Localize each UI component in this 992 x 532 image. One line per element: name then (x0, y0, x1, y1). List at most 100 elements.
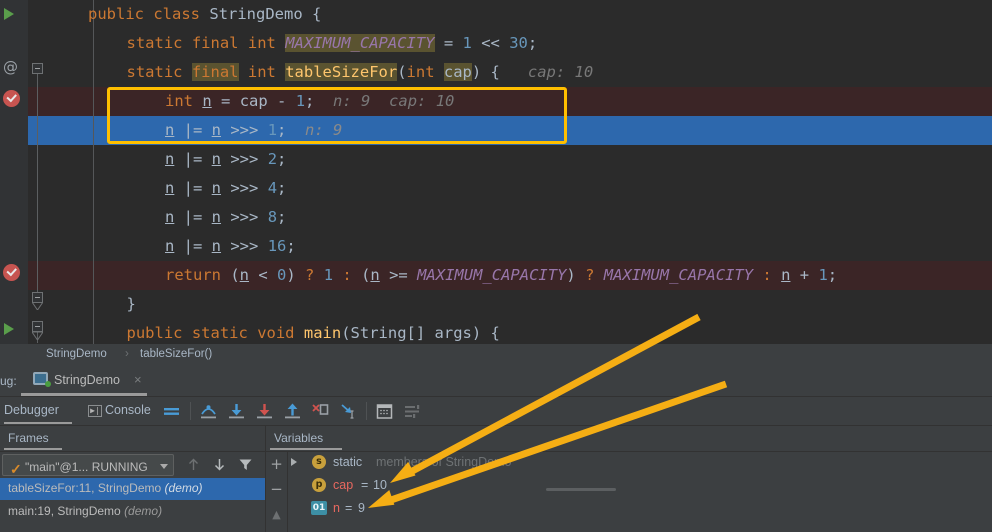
highlighted-code-region (107, 87, 567, 144)
step-out-icon[interactable] (284, 403, 301, 420)
tab-console[interactable]: Console (105, 403, 151, 417)
drop-frame-icon[interactable] (312, 403, 329, 420)
code-line[interactable]: static final int MAXIMUM_CAPACITY = 1 <<… (0, 29, 992, 58)
remove-watch-button[interactable]: − (269, 482, 284, 497)
breadcrumb-class[interactable]: StringDemo (46, 348, 107, 360)
code-token: static (191, 324, 248, 342)
code-token: return (165, 266, 221, 284)
code-token: ) (286, 266, 306, 284)
variables-header-label[interactable]: Variables (274, 431, 323, 445)
variable-row-static-members[interactable]: s static members of StringDemo (288, 452, 988, 473)
arrow-down-icon[interactable] (212, 457, 227, 472)
arrow-up-icon[interactable] (186, 457, 201, 472)
code-token: class (153, 5, 201, 23)
variable-row-n[interactable]: 01 n = 9 (288, 498, 988, 519)
code-token: ( (221, 266, 240, 284)
code-token: n (165, 150, 175, 168)
code-token: int (247, 34, 276, 52)
running-indicator-dot (45, 381, 51, 387)
intellij-debugger-screenshot: @ public class StringDemo {static final … (0, 0, 992, 532)
code-token: ; (827, 266, 838, 284)
code-line[interactable]: n |= n >>> 4; (0, 174, 992, 203)
code-line[interactable]: n |= n >>> 16; (0, 232, 992, 261)
tab-debugger-underline (4, 422, 72, 424)
code-token: void (257, 324, 295, 342)
active-tab-underline (21, 393, 147, 396)
breadcrumb[interactable]: StringDemo › tableSizeFor() (0, 344, 992, 366)
variable-name-static: static (333, 455, 363, 469)
variable-value-n: 9 (358, 501, 365, 515)
mute-breakpoints-icon[interactable] (163, 403, 180, 420)
frame-label-0: tableSizeFor:11, StringDemo (demo) (8, 481, 203, 495)
move-up-button[interactable]: ▲ (269, 507, 284, 522)
code-token: cap: 10 (499, 63, 594, 81)
static-badge-icon: s (312, 455, 326, 469)
console-icon: ▶| (88, 405, 102, 417)
debugger-toolbar: Debugger ▶| Console (0, 397, 992, 426)
code-token: ( (341, 324, 351, 342)
code-line[interactable]: static final int tableSizeFor(int cap) {… (0, 58, 992, 87)
code-token: int (406, 63, 435, 81)
code-line[interactable]: n |= n >>> 8; (0, 203, 992, 232)
add-watch-button[interactable]: + (269, 457, 284, 472)
code-token: |= (174, 150, 212, 168)
code-token: 8 (267, 208, 278, 226)
frames-header-label[interactable]: Frames (8, 431, 49, 445)
code-token: String (350, 324, 407, 342)
step-over-icon[interactable] (200, 403, 217, 420)
code-token: 0 (277, 266, 287, 284)
tab-debugger[interactable]: Debugger (4, 403, 59, 417)
code-token: StringDemo (209, 5, 303, 23)
variable-row-cap[interactable]: p cap = 10 (288, 475, 988, 496)
step-into-icon[interactable] (228, 403, 245, 420)
variable-name-cap: cap (333, 478, 354, 492)
code-line[interactable]: } (0, 290, 992, 319)
filter-icon[interactable] (238, 457, 253, 472)
frame-row[interactable]: main:19, StringDemo (demo) (0, 501, 265, 523)
code-token: |= (174, 237, 212, 255)
variable-desc-static: members of StringDemo (376, 455, 512, 469)
code-editor[interactable]: @ public class StringDemo {static final … (0, 0, 992, 344)
code-token: >>> (221, 150, 268, 168)
code-line[interactable]: n |= n >>> 2; (0, 145, 992, 174)
parameter-badge-icon: p (312, 478, 326, 492)
chevron-down-icon[interactable] (160, 464, 168, 469)
code-token: n (239, 266, 250, 284)
toolbar-separator-1 (190, 402, 191, 420)
expand-triangle-icon[interactable] (291, 458, 297, 466)
code-token: ( (351, 266, 371, 284)
settings-icon[interactable] (404, 403, 421, 420)
run-to-cursor-icon[interactable] (340, 403, 357, 420)
force-step-into-icon[interactable] (256, 403, 273, 420)
close-tab-icon[interactable]: × (134, 372, 142, 387)
run-config-label: StringDemo (54, 373, 120, 387)
code-token: MAXIMUM_CAPACITY (285, 34, 435, 52)
code-line[interactable]: return (n < 0) ? 1 : (n >= MAXIMUM_CAPAC… (0, 261, 992, 290)
code-line[interactable]: public class StringDemo { (0, 0, 992, 29)
code-line[interactable]: public static void main(String[] args) { (0, 319, 992, 344)
evaluate-expression-icon[interactable] (376, 403, 393, 420)
breadcrumb-method[interactable]: tableSizeFor() (140, 348, 212, 360)
code-token: int (247, 63, 276, 81)
code-token: MAXIMUM_CAPACITY (417, 266, 567, 284)
code-token: |= (174, 179, 212, 197)
code-token: n (211, 208, 222, 226)
variables-pane: Variables + − ▲ s static members of Stri… (266, 426, 992, 532)
frame-label-1: main:19, StringDemo (demo) (8, 504, 163, 518)
code-token: cap (443, 63, 472, 81)
code-token: + (790, 266, 819, 284)
thread-dropdown[interactable]: ✓ "main"@1... RUNNING (2, 454, 174, 477)
thread-selector-row: ✓ "main"@1... RUNNING (0, 451, 265, 478)
frame-row-selected[interactable]: tableSizeFor:11, StringDemo (demo) (0, 478, 265, 500)
code-token: main (303, 324, 342, 342)
